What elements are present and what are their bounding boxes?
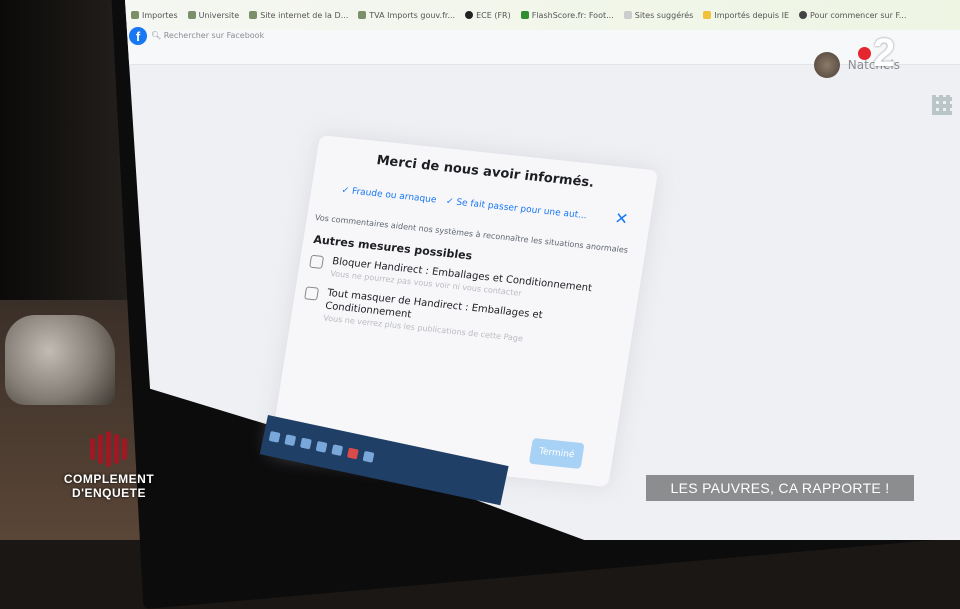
bookmark-icon <box>131 11 139 19</box>
show-title: COMPLEMENT D'ENQUETE <box>63 472 155 500</box>
bookmark-item[interactable]: ECE (FR) <box>465 11 511 20</box>
globe-icon <box>799 11 808 19</box>
start-icon[interactable] <box>268 430 281 443</box>
github-icon <box>465 11 474 19</box>
taskbar-app-icon[interactable] <box>299 437 312 450</box>
facebook-search-input[interactable]: 🔍︎ Rechercher sur Facebook <box>151 31 264 40</box>
chip-fraud[interactable]: ✓ Fraude ou arnaque <box>341 186 437 206</box>
taskbar-app-icon[interactable] <box>331 444 344 457</box>
bookmark-item[interactable]: Importés depuis IE <box>703 11 789 20</box>
close-icon[interactable]: ✕ <box>613 208 629 228</box>
bookmarks-bar: Importes Universite Site internet de la … <box>125 0 960 30</box>
bookmark-icon <box>249 11 258 19</box>
show-emblem-icon <box>68 428 148 470</box>
bookmark-item[interactable]: Site internet de la D... <box>249 11 348 20</box>
hide-icon <box>304 286 320 301</box>
page-icon <box>623 11 632 19</box>
folder-icon <box>703 11 712 19</box>
bookmark-item[interactable]: Sites suggérés <box>623 11 693 20</box>
bookmark-item[interactable]: Pour commencer sur F... <box>799 11 906 20</box>
taskbar-app-icon[interactable] <box>362 450 375 463</box>
flashscore-icon <box>520 11 529 19</box>
avatar <box>813 52 840 78</box>
france2-logo: 2 <box>858 33 895 73</box>
background-clutter <box>5 315 115 405</box>
block-user-icon <box>309 254 325 269</box>
bookmark-item[interactable]: TVA Imports gouv.fr... <box>358 11 455 20</box>
bookmark-item[interactable]: Importes <box>131 11 178 20</box>
bookmark-icon <box>187 11 196 19</box>
facebook-logo-icon[interactable]: f <box>129 27 147 45</box>
taskbar-app-icon[interactable] <box>346 447 359 460</box>
bookmark-icon <box>358 11 367 19</box>
bookmark-item[interactable]: FlashScore.fr: Foot... <box>520 11 614 20</box>
france2-number: 2 <box>873 31 896 75</box>
chip-impersonation[interactable]: ✓ Se fait passer pour une aut... <box>445 197 587 222</box>
bookmark-item[interactable]: Universite <box>187 11 239 20</box>
done-button[interactable]: Terminé <box>528 437 585 470</box>
taskbar-app-icon[interactable] <box>284 434 297 447</box>
taskbar-app-icon[interactable] <box>315 440 328 453</box>
lower-third-caption: LES PAUVRES, CA RAPPORTE ! <box>646 475 914 501</box>
france2-dot-icon <box>858 46 871 60</box>
menu-grid-icon[interactable] <box>932 95 952 115</box>
